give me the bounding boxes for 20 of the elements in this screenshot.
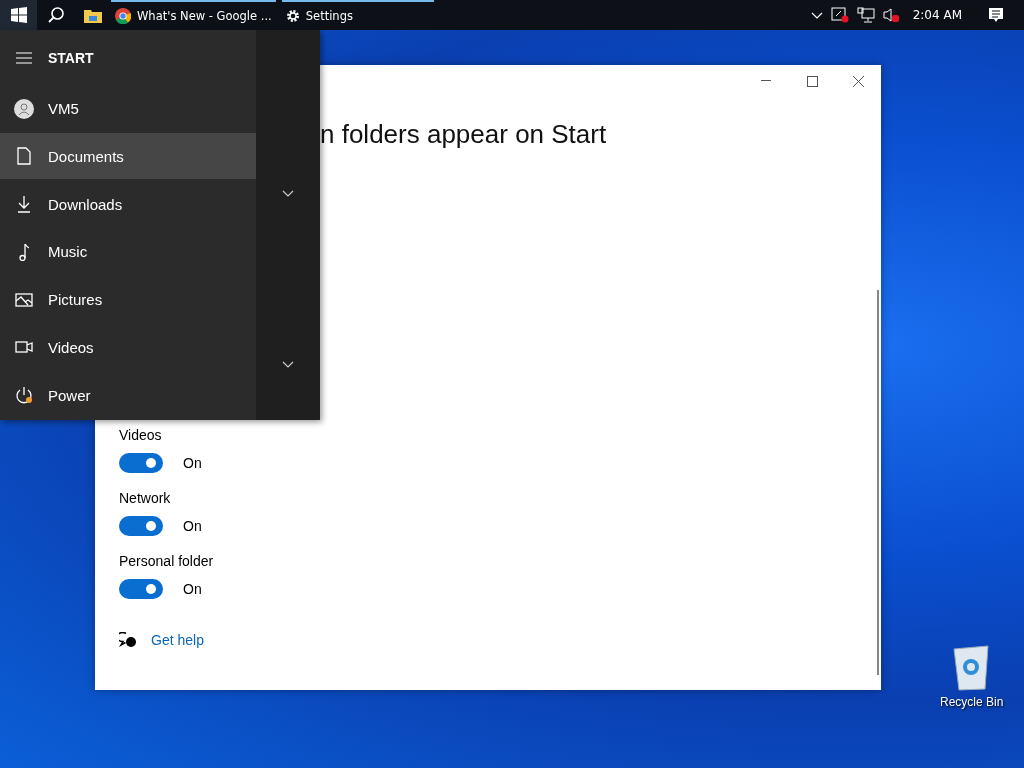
start-menu-item[interactable]: Power <box>0 372 256 418</box>
app-title: What's New - Google ... <box>137 9 272 23</box>
start-menu-item[interactable]: VM5 <box>0 85 256 132</box>
toggle-state: On <box>183 518 202 534</box>
toggle-state: On <box>183 581 202 597</box>
setting-label: Personal folder <box>119 552 214 571</box>
toggle-state: On <box>183 455 202 471</box>
start-menu-item[interactable]: Pictures <box>0 276 256 323</box>
setting-label: Network <box>119 489 172 508</box>
page-heading: n folders appear on Start <box>320 119 608 150</box>
start-menu-item[interactable]: Videos <box>0 324 256 371</box>
app-title: Settings <box>305 9 353 23</box>
clock[interactable]: 2:04 AM <box>912 8 962 22</box>
desktop-icon-label[interactable]: Recycle Bin <box>940 695 1004 709</box>
start-menu-item[interactable]: Music <box>0 228 256 275</box>
setting-label: Videos <box>119 426 163 445</box>
start-menu-item[interactable]: Downloads <box>0 181 256 227</box>
start-title: START <box>48 49 94 66</box>
get-help-link[interactable]: Get help <box>151 632 204 648</box>
start-menu-item[interactable]: Documents <box>0 133 256 180</box>
